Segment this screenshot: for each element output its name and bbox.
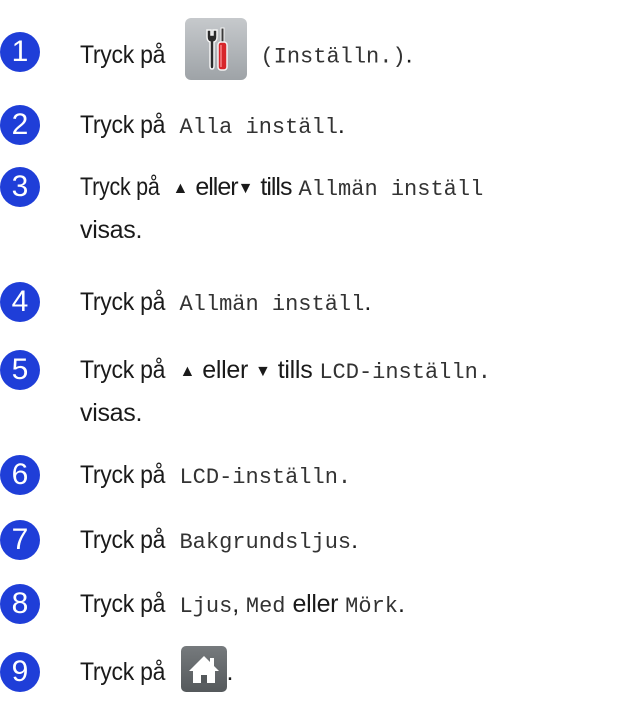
step-number-badge: 3 <box>0 167 40 207</box>
step-suffix: . <box>226 658 234 686</box>
step-4-text: Tryck på Allmän inställ. <box>80 282 615 325</box>
step-1-text: Tryck på (Inställn.). <box>80 18 615 80</box>
option-light-label: Ljus <box>179 594 233 619</box>
step-5-text: Tryck på ▲ eller ▼ tills LCD-inställn. v… <box>80 350 615 433</box>
step-number-badge: 1 <box>0 32 40 72</box>
settings-tools-icon <box>185 18 248 80</box>
step-prefix: Tryck på <box>80 288 166 316</box>
step-prefix: Tryck på <box>80 40 166 69</box>
backlight-button-label: Bakgrundsljus <box>179 530 352 555</box>
step-number-badge: 5 <box>0 350 40 390</box>
step-9-text: Tryck på . <box>80 646 615 693</box>
general-setup-menu-label: Allmän inställ <box>298 177 484 202</box>
step-prefix: Tryck på <box>80 356 166 384</box>
step-2: 2 Tryck på Alla inställ. <box>0 105 619 145</box>
general-setup-button-label: Allmän inställ <box>179 292 365 317</box>
step-6: 6 Tryck på LCD-inställn. <box>0 455 619 495</box>
up-arrow-icon: ▲ <box>179 363 196 380</box>
step-until: tills <box>277 356 313 384</box>
step-or: eller <box>292 590 339 618</box>
step-3-text: Tryck på ▲ eller▼ tills Allmän inställ vi… <box>80 167 615 250</box>
step-prefix: Tryck på <box>80 526 166 554</box>
step-number-badge: 8 <box>0 584 40 624</box>
step-1: 1 Tryck på (Inställn.). <box>0 18 619 82</box>
up-arrow-icon: ▲ <box>172 180 189 197</box>
step-prefix: Tryck på <box>80 173 160 201</box>
step-prefix: Tryck på <box>80 461 166 489</box>
step-or: eller <box>202 356 249 384</box>
step-number-badge: 7 <box>0 520 40 560</box>
step-until: tills <box>260 173 292 201</box>
step-line-2: visas. <box>80 216 143 244</box>
all-settings-button-label: Alla inställ <box>179 115 338 140</box>
option-medium-label: Med <box>245 594 286 619</box>
step-suffix: . <box>364 288 371 316</box>
down-arrow-icon: ▼ <box>254 363 271 380</box>
step-8-text: Tryck på Ljus, Med eller Mörk. <box>80 584 615 627</box>
step-suffix: . <box>351 526 358 554</box>
step-suffix: . <box>397 590 405 618</box>
step-prefix: Tryck på <box>80 658 166 686</box>
option-dark-label: Mörk <box>345 594 398 619</box>
step-7: 7 Tryck på Bakgrundsljus. <box>0 520 619 560</box>
step-3: 3 Tryck på ▲ eller▼ tills Allmän inställ … <box>0 167 619 247</box>
home-icon <box>180 646 227 693</box>
step-prefix: Tryck på <box>80 590 166 618</box>
step-number-badge: 9 <box>0 652 40 692</box>
step-prefix: Tryck på <box>80 111 166 139</box>
lcd-settings-menu-label: LCD-inställn. <box>319 360 491 385</box>
step-suffix: . <box>337 111 345 139</box>
step-4: 4 Tryck på Allmän inställ. <box>0 282 619 322</box>
step-separator: , <box>232 590 239 618</box>
step-or: eller <box>195 173 238 201</box>
lcd-settings-button-label: LCD-inställn. <box>179 465 352 490</box>
step-suffix: . <box>405 40 413 69</box>
step-line-2: visas. <box>80 399 143 427</box>
step-2-text: Tryck på Alla inställ. <box>80 105 615 148</box>
down-arrow-icon: ▼ <box>237 180 254 197</box>
step-6-text: Tryck på LCD-inställn. <box>80 455 615 498</box>
step-7-text: Tryck på Bakgrundsljus. <box>80 520 615 563</box>
step-9: 9 Tryck på . <box>0 646 619 700</box>
step-8: 8 Tryck på Ljus, Med eller Mörk. <box>0 584 619 624</box>
settings-button-label: (Inställn.) <box>260 44 406 70</box>
step-number-badge: 6 <box>0 455 40 495</box>
step-number-badge: 4 <box>0 282 40 322</box>
step-number-badge: 2 <box>0 105 40 145</box>
step-5: 5 Tryck på ▲ eller ▼ tills LCD-inställn.… <box>0 350 619 430</box>
